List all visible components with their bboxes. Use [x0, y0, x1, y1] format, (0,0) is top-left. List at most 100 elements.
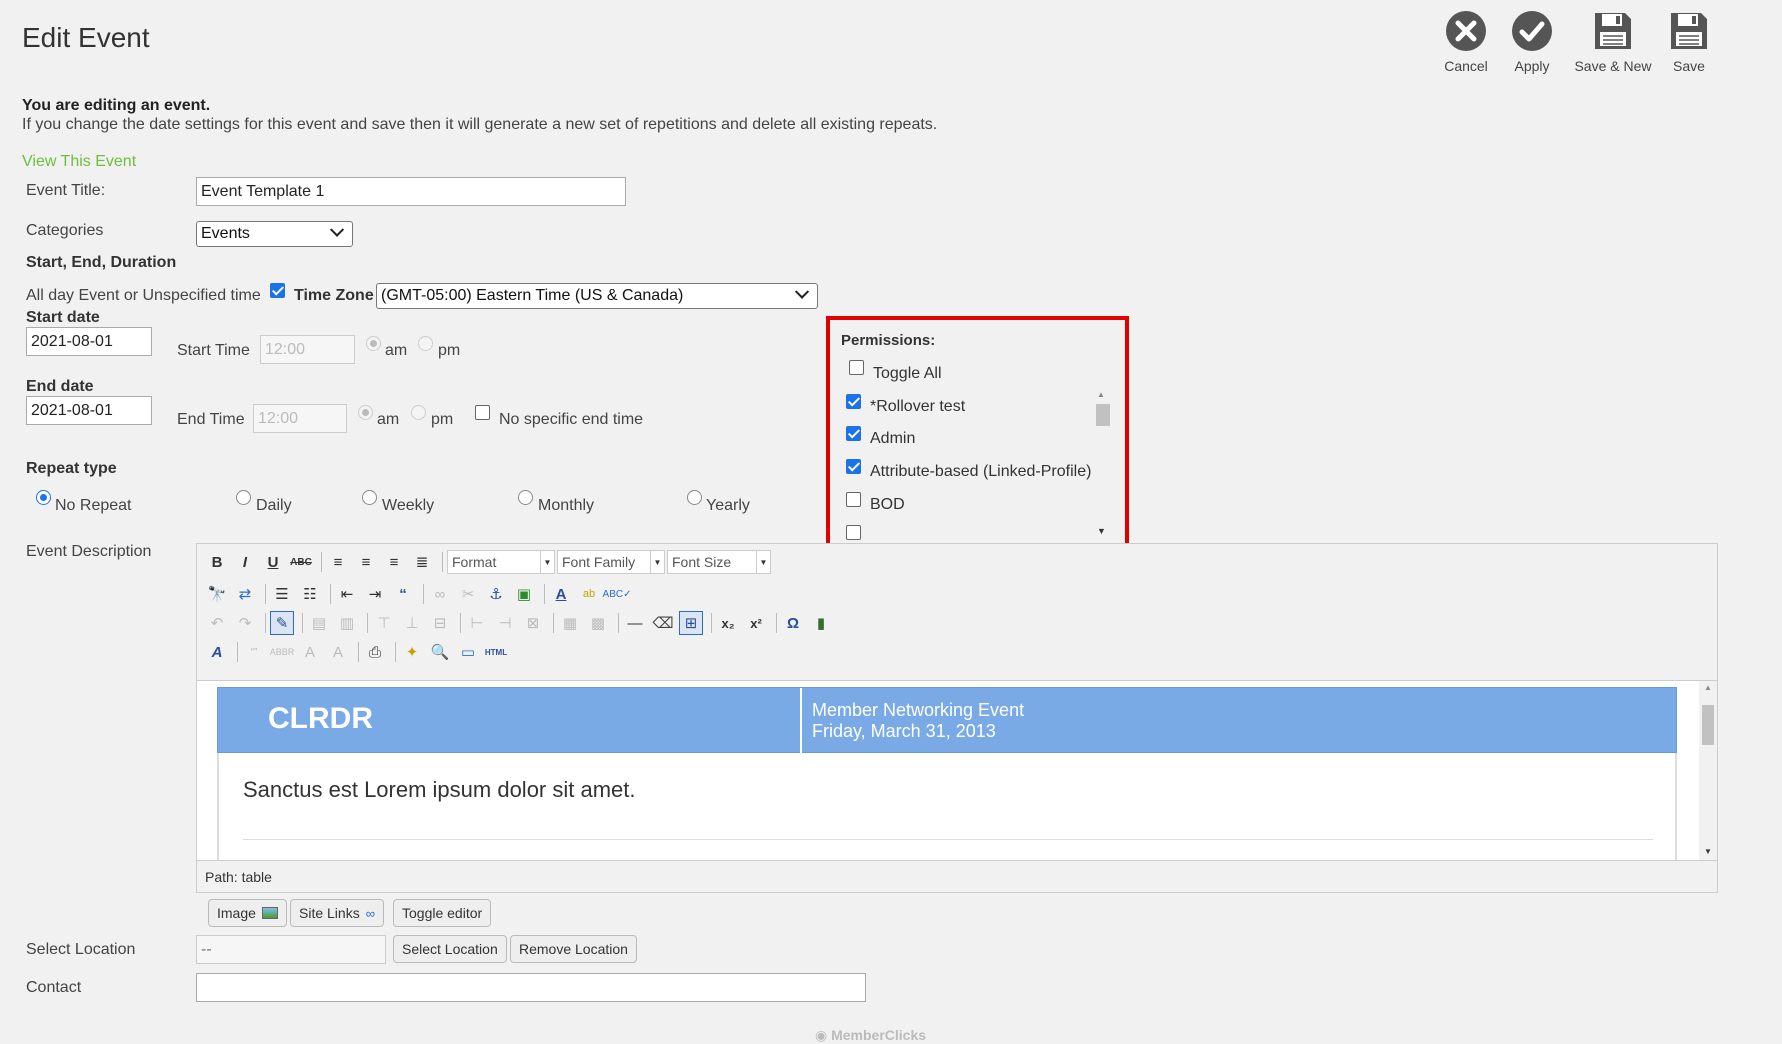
event-title-input[interactable] — [196, 177, 626, 206]
indent-icon[interactable]: ⇥ — [363, 582, 387, 606]
view-event-link[interactable]: View This Event — [22, 153, 136, 171]
start-time-input[interactable] — [260, 335, 355, 364]
categories-select[interactable]: Events — [196, 221, 353, 247]
path-value[interactable]: table — [242, 869, 272, 885]
apply-button[interactable]: Apply — [1492, 10, 1572, 74]
superscript-icon[interactable]: x² — [744, 611, 768, 635]
insert-col-before-icon[interactable]: ⊢ — [465, 611, 489, 635]
find-icon[interactable]: 🔭 — [205, 582, 229, 606]
cite-icon[interactable]: “” — [242, 640, 266, 664]
bold-icon[interactable]: B — [205, 550, 229, 574]
start-pm-radio[interactable] — [418, 336, 433, 351]
align-justify-icon[interactable]: ≣ — [410, 550, 434, 574]
text-color-icon[interactable]: A — [549, 582, 573, 606]
link-icon[interactable]: ∞ — [428, 582, 452, 606]
html-source-icon[interactable]: HTML — [484, 640, 508, 664]
all-day-checkbox[interactable] — [270, 283, 285, 298]
del-icon[interactable]: A — [298, 640, 322, 664]
scroll-down-icon[interactable]: ▼ — [1704, 847, 1712, 856]
permission-checkbox-attribute-based[interactable] — [846, 459, 861, 474]
editor-scrollbar[interactable]: ▲ ▼ — [1699, 681, 1717, 860]
edit-source-icon[interactable]: ✎ — [270, 611, 294, 635]
preview-icon[interactable]: 🔍 — [428, 640, 452, 664]
no-end-time-checkbox[interactable] — [475, 405, 490, 420]
remove-location-button[interactable]: Remove Location — [510, 935, 637, 963]
align-left-icon[interactable]: ≡ — [326, 550, 350, 574]
image-button[interactable]: Image — [208, 899, 287, 927]
font-size-dropdown[interactable]: Font Size ▼ — [667, 550, 771, 574]
replace-icon[interactable]: ⇄ — [233, 582, 257, 606]
start-am-radio[interactable] — [366, 336, 381, 351]
highlight-color-icon[interactable]: ab — [577, 582, 601, 606]
insert-row-after-icon[interactable]: ⊥ — [400, 611, 424, 635]
permission-checkbox-bod[interactable] — [846, 492, 861, 507]
redo-icon[interactable]: ↷ — [233, 611, 257, 635]
end-time-input[interactable] — [253, 404, 347, 433]
repeat-yearly-radio[interactable] — [687, 490, 702, 505]
remove-format-icon[interactable]: ⌫ — [651, 611, 675, 635]
scroll-up-icon[interactable]: ▲ — [1097, 390, 1105, 399]
bullet-list-icon[interactable]: ☰ — [270, 582, 294, 606]
site-links-button[interactable]: Site Links ∞ — [290, 899, 384, 927]
visual-aid-icon[interactable]: ⊞ — [679, 611, 703, 635]
undo-icon[interactable]: ↶ — [205, 611, 229, 635]
repeat-monthly-radio[interactable] — [518, 490, 533, 505]
table-row-props-icon[interactable]: ▤ — [307, 611, 331, 635]
end-date-input[interactable] — [26, 396, 152, 425]
save-and-new-button[interactable]: Save & New — [1568, 10, 1658, 74]
repeat-weekly-radio[interactable] — [362, 490, 377, 505]
contact-input[interactable] — [196, 973, 866, 1002]
insert-col-after-icon[interactable]: ⊣ — [493, 611, 517, 635]
font-family-dropdown[interactable]: Font Family ▼ — [557, 550, 665, 574]
italic-icon[interactable]: I — [233, 550, 257, 574]
cleanup-icon[interactable]: ✦ — [400, 640, 424, 664]
blockquote-icon[interactable]: “ — [391, 582, 415, 606]
table-cell-props-icon[interactable]: ▥ — [335, 611, 359, 635]
permissions-list[interactable]: *Rollover test Admin Attribute-based (Li… — [840, 390, 1110, 546]
abbr-icon[interactable]: ABBR — [270, 640, 295, 664]
special-char-icon[interactable]: Ω — [781, 611, 805, 635]
media-icon[interactable]: ▮ — [809, 611, 833, 635]
permission-checkbox-partial[interactable] — [846, 525, 861, 540]
print-icon[interactable]: ⎙ — [363, 640, 387, 664]
editor-content-area[interactable]: CLRDR Member Networking Event Friday, Ma… — [197, 680, 1717, 860]
merge-cells-icon[interactable]: ▩ — [586, 611, 610, 635]
align-center-icon[interactable]: ≡ — [354, 550, 378, 574]
underline-icon[interactable]: U — [261, 550, 285, 574]
unlink-icon[interactable]: ✂ — [456, 582, 480, 606]
strikethrough-icon[interactable]: ABC — [289, 550, 313, 574]
anchor-icon[interactable]: ⚓ — [484, 582, 508, 606]
save-button[interactable]: Save — [1649, 10, 1729, 74]
toggle-all-checkbox[interactable] — [849, 360, 864, 375]
permission-checkbox-rollover-test[interactable] — [846, 394, 861, 409]
end-am-radio[interactable] — [358, 405, 373, 420]
scroll-up-icon[interactable]: ▲ — [1704, 683, 1712, 692]
start-date-input[interactable] — [26, 327, 152, 356]
toggle-editor-button[interactable]: Toggle editor — [393, 899, 492, 927]
fullscreen-icon[interactable]: ▭ — [456, 640, 480, 664]
scroll-thumb[interactable] — [1096, 404, 1110, 426]
spellcheck-icon[interactable]: ABC✓ — [603, 582, 632, 606]
split-cells-icon[interactable]: ▦ — [558, 611, 582, 635]
permissions-scrollbar[interactable]: ▲ ▼ — [1094, 390, 1110, 540]
delete-row-icon[interactable]: ⊟ — [428, 611, 452, 635]
scroll-down-icon[interactable]: ▼ — [1097, 526, 1106, 536]
scroll-thumb[interactable] — [1702, 705, 1714, 745]
timezone-select[interactable]: (GMT-05:00) Eastern Time (US & Canada) — [376, 283, 818, 309]
subscript-icon[interactable]: x₂ — [716, 611, 740, 635]
insert-image-icon[interactable]: ▣ — [512, 582, 536, 606]
delete-col-icon[interactable]: ⊠ — [521, 611, 545, 635]
outdent-icon[interactable]: ⇤ — [335, 582, 359, 606]
styles-icon[interactable]: A — [205, 640, 229, 664]
numbered-list-icon[interactable]: ☷ — [298, 582, 322, 606]
select-location-button[interactable]: Select Location — [393, 935, 507, 963]
end-pm-radio[interactable] — [411, 405, 426, 420]
insert-row-before-icon[interactable]: ⊤ — [372, 611, 396, 635]
align-right-icon[interactable]: ≡ — [382, 550, 406, 574]
repeat-no-repeat-radio[interactable] — [36, 490, 51, 505]
permission-checkbox-admin[interactable] — [846, 426, 861, 441]
repeat-daily-radio[interactable] — [236, 490, 251, 505]
ins-icon[interactable]: A — [326, 640, 350, 664]
format-dropdown[interactable]: Format ▼ — [447, 550, 555, 574]
horizontal-rule-icon[interactable]: — — [623, 611, 647, 635]
